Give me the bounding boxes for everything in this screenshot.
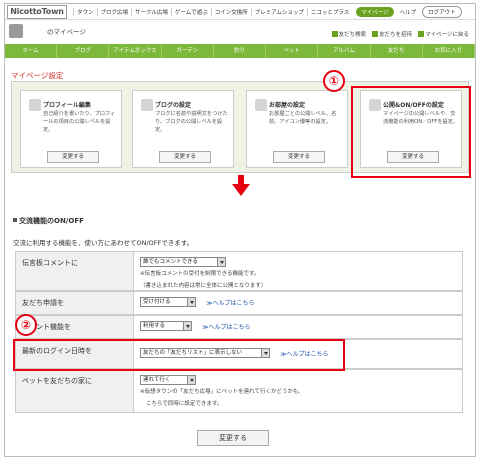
nav-fishing[interactable]: 釣り [214,44,267,58]
help-link[interactable]: ≫ヘルプはこちら [206,300,254,307]
exchange-title: 交流機能のON/OFF [13,216,84,226]
room-icon [255,99,267,111]
row-note: ※仮想タウンの「友だち広場」にペットを連れて行くかどうかも、 [140,389,304,395]
page-title: のマイページ [47,28,86,36]
exchange-desc: 交流に利用する機能を、使い方にあわせてON/OFFできます。 [13,239,194,247]
change-button[interactable]: 変更する [159,151,211,163]
bullet-icon [13,218,17,222]
table-row: コメント機能を 利用する ≫ヘルプはこちら [15,315,463,339]
nav-blog[interactable]: ブログ [57,44,110,58]
change-button[interactable]: 変更する [47,151,99,163]
chevron-down-icon [187,376,195,384]
pet-visit-select[interactable]: 連れて行く [140,375,196,385]
help-link[interactable]: ヘルプ [400,8,417,16]
card-title: お部屋の設定 [269,102,306,109]
logout-button[interactable]: ログアウト [422,5,462,18]
site-logo[interactable]: NicottoTown [7,4,67,19]
sub-links: 友だち検索 友だちを招待 マイページに戻る [331,30,469,38]
back-to-mypage-link[interactable]: マイページに戻る [418,30,469,38]
card-title: プロフィール編集 [43,102,91,109]
friend-search-link[interactable]: 友だち検索 [331,30,366,38]
nav-pet[interactable]: ペット [266,44,319,58]
row-note: ※伝言板コメントの受付を制限できる機能です。 [140,271,260,277]
top-link-circle-plaza[interactable]: サークル広場 [131,7,171,16]
top-nav: NicottoTown タウン ブログ広場 サークル広場 ゲームで遊ぶ コイン交… [5,4,475,20]
subheader: のマイページ 友だち検索 友だちを招待 マイページに戻る [5,21,475,41]
card-desc: お部屋ごとの公開レベル、名前、アイコン優等の設定。 [269,111,337,125]
comment-feature-select[interactable]: 利用する [140,321,192,331]
row-note: （書き込まれた内容は常に全体に公開となります） [140,283,267,289]
submit-button[interactable]: 変更する [197,430,269,446]
screenshot-frame: NicottoTown タウン ブログ広場 サークル広場 ゲームで遊ぶ コイン交… [4,3,476,457]
settings-title: マイページ設定 [11,71,64,80]
marker-2: ② [15,314,37,336]
table-row: 伝言板コメントに 誰でもコメントできる ※伝言板コメントの受付を制限できる機能で… [15,251,463,291]
row-label: 伝言板コメントに [16,252,134,290]
mypage-button[interactable]: マイページ [356,6,394,17]
invite-friend-link[interactable]: 友だちを招待 [372,30,412,38]
card-title: ブログの設定 [155,102,192,109]
search-icon [331,31,338,37]
table-row: 友だち申請を 受け付ける ≫ヘルプはこちら [15,291,463,315]
highlight-box-1 [351,86,471,178]
nav-home[interactable]: ホーム [5,44,58,58]
blog-icon [141,99,153,111]
help-link[interactable]: ≫ヘルプはこちら [202,324,250,331]
change-button[interactable]: 変更する [273,151,325,163]
top-link-town[interactable]: タウン [73,7,97,16]
nav-friends[interactable]: 友だち [371,44,423,58]
settings-card-room: お部屋の設定 お部屋ごとの公開レベル、名前、アイコン優等の設定。 変更する [246,90,348,168]
top-link-nicotto-plus[interactable]: ニコッとプラス [306,7,352,16]
settings-card-profile: プロフィール編集 自己紹介を書いたり、プロフィールの項目の公開レベルを設定。 変… [20,90,122,168]
main-nav: ホーム ブログ アイテムボックス ガーデン 釣り ペット アルバム 友だち お気… [5,44,475,58]
invite-icon [372,31,379,37]
card-desc: ブログに名前や説明文をつけたり、ブログの公開レベルを設定。 [155,111,228,133]
chevron-down-icon [217,258,225,266]
highlight-box-2 [13,339,345,371]
row-label: ペットを友だちの家に [16,370,134,412]
card-desc: 自己紹介を書いたり、プロフィールの項目の公開レベルを設定。 [43,111,116,133]
nav-album[interactable]: アルバム [318,44,371,58]
friend-request-select[interactable]: 受け付ける [140,297,196,307]
profile-icon [29,99,41,111]
arrow-down-icon [232,175,250,196]
marker-1: ① [323,70,345,92]
top-link-blog-plaza[interactable]: ブログ広場 [96,7,132,16]
message-board-select[interactable]: 誰でもコメントできる [140,257,226,267]
nav-itembox[interactable]: アイテムボックス [109,44,162,58]
table-row: ペットを友だちの家に 連れて行く ※仮想タウンの「友だち広場」にペットを連れて行… [15,369,463,413]
top-link-coin-exchange[interactable]: コイン交換所 [210,7,251,16]
chevron-down-icon [187,298,195,306]
row-note: こちらで同時に設定できます。 [146,401,223,407]
home-icon [418,31,425,37]
top-link-premium-shop[interactable]: プレミアムショップ [250,7,307,16]
nav-garden[interactable]: ガーデン [162,44,214,58]
nav-favorites[interactable]: お気に入り [423,44,475,58]
chevron-down-icon [183,322,191,330]
row-label: 友だち申請を [16,292,134,314]
top-links: タウン ブログ広場 サークル広場 ゲームで遊ぶ コイン交換所 プレミアムショップ… [73,7,352,16]
top-link-games[interactable]: ゲームで遊ぶ [170,7,211,16]
settings-card-blog: ブログの設定 ブログに名前や説明文をつけたり、ブログの公開レベルを設定。 変更す… [132,90,234,168]
avatar [9,24,23,38]
